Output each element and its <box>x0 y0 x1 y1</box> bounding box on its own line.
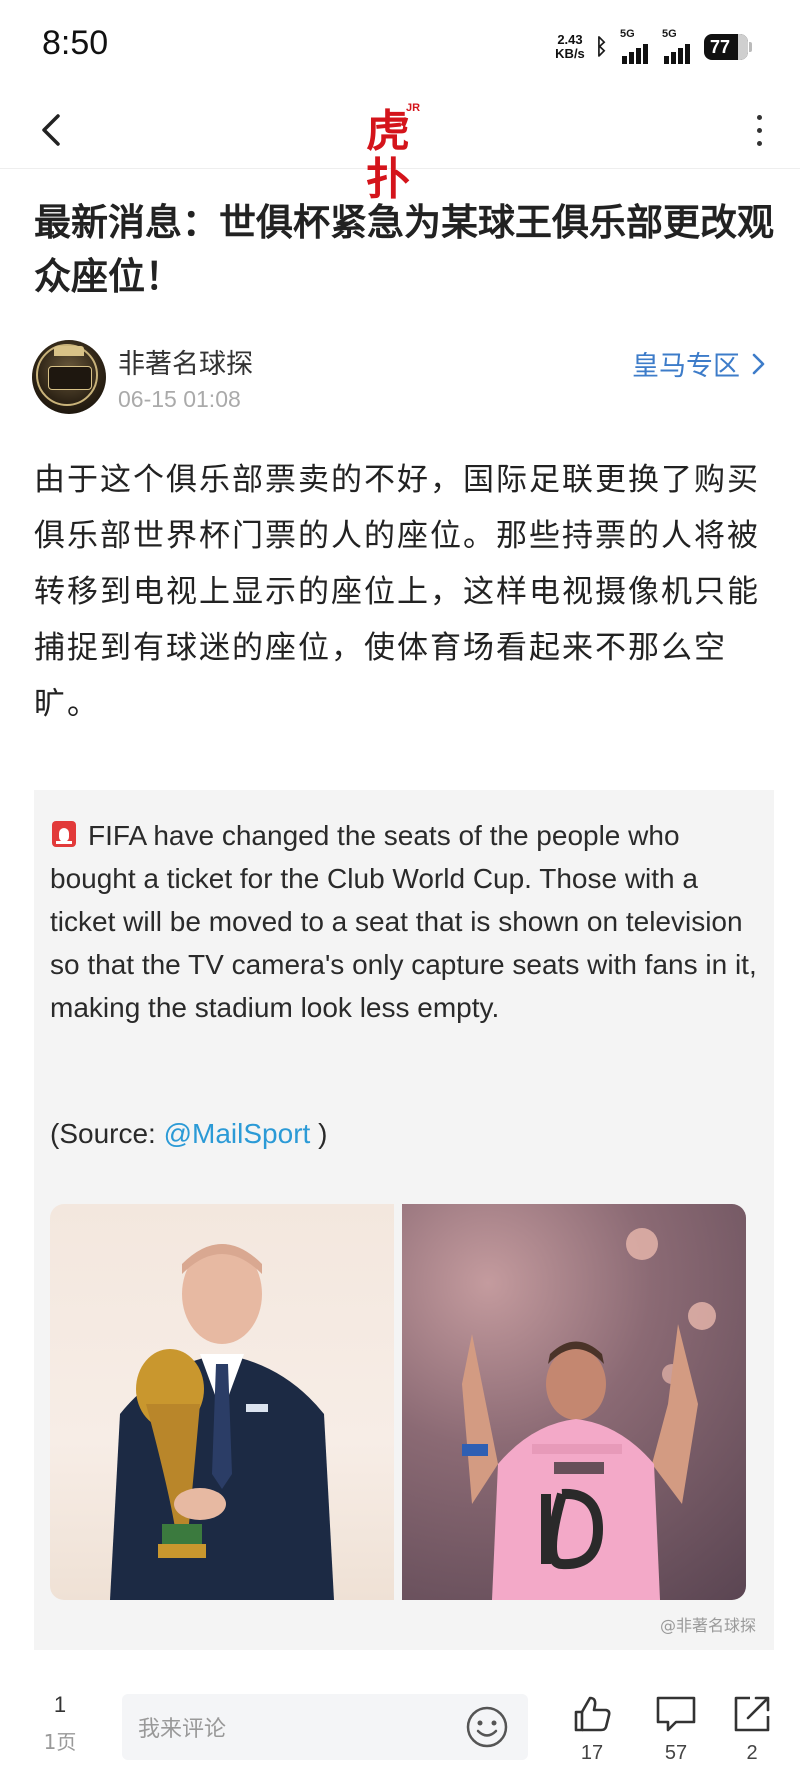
tweet-text: FIFA have changed the seats of the peopl… <box>50 820 757 1023</box>
signal-tag-2: 5G <box>662 28 677 40</box>
image-watermark: @非著名球探 <box>659 1616 756 1635</box>
share-count: 2 <box>746 1742 758 1764</box>
tweet-source: (Source: @MailSport ) <box>50 1118 327 1150</box>
page-indicator[interactable]: 1 1页 <box>30 1692 90 1755</box>
back-icon[interactable] <box>28 106 76 154</box>
status-time: 8:50 <box>42 24 109 62</box>
photo-player-pointing <box>402 1204 746 1600</box>
embedded-tweet-image[interactable]: FIFA have changed the seats of the peopl… <box>34 790 774 1650</box>
share-icon <box>734 1696 770 1732</box>
app-logo-text: 虎扑 <box>366 106 410 205</box>
tweet-text-block: FIFA have changed the seats of the peopl… <box>50 814 770 1029</box>
author-avatar[interactable] <box>32 340 106 414</box>
comment-button[interactable]: 57 <box>644 1692 708 1765</box>
bottom-bar: 1 1页 我来评论 17 57 2 <box>0 1684 800 1778</box>
emoji-icon[interactable] <box>464 1704 510 1750</box>
section-link-label: 皇马专区 <box>632 351 740 382</box>
status-bar: 8:50 2.43 KB/s ᛒ 5G 5G 77 <box>0 0 800 92</box>
app-logo: 虎扑 JR <box>366 100 434 204</box>
bluetooth-icon: ᛒ <box>594 34 608 60</box>
network-speed: 2.43 KB/s <box>555 33 585 61</box>
siren-icon <box>52 821 76 847</box>
share-button[interactable]: 2 <box>720 1692 784 1765</box>
battery-level: 77 <box>710 36 731 57</box>
signal-icon: 5G <box>620 28 648 64</box>
like-count: 17 <box>580 1742 604 1764</box>
like-button[interactable]: 17 <box>560 1692 624 1765</box>
signal-icon-2: 5G <box>662 28 690 64</box>
article-body: 由于这个俱乐部票卖的不好，国际足联更换了购买俱乐部世界杯门票的人的座位。那些持票… <box>34 462 760 722</box>
page-current: 1 <box>53 1692 67 1717</box>
more-options-icon[interactable] <box>744 106 774 154</box>
app-logo-tag: JR <box>406 102 421 114</box>
comment-icon <box>656 1696 696 1732</box>
comment-placeholder: 我来评论 <box>138 1717 227 1742</box>
tweet-source-suffix: ) <box>310 1118 328 1149</box>
post-time: 06-15 01:08 <box>118 386 241 412</box>
section-link[interactable]: 皇马专区 <box>632 344 768 383</box>
network-speed-unit: KB/s <box>555 46 585 61</box>
chevron-right-icon <box>752 353 765 374</box>
network-speed-value: 2.43 <box>557 32 583 47</box>
signal-tag: 5G <box>620 28 635 40</box>
photo-official-with-trophy <box>50 1204 394 1600</box>
battery-icon: 77 <box>704 34 752 60</box>
tweet-source-mention[interactable]: @MailSport <box>164 1118 311 1149</box>
top-nav: 虎扑 JR <box>0 92 800 204</box>
thumbs-up-icon <box>574 1696 611 1732</box>
comment-count: 57 <box>664 1742 688 1764</box>
page-total: 1页 <box>43 1730 77 1754</box>
status-icons: 2.43 KB/s ᛒ 5G 5G 77 <box>555 28 752 64</box>
article-title: 最新消息：世俱杯紧急为某球王俱乐部更改观众座位！ <box>34 201 774 298</box>
author-name[interactable]: 非著名球探 <box>118 342 253 381</box>
tweet-source-prefix: (Source: <box>50 1118 164 1149</box>
author-row: 非著名球探 06-15 01:08 皇马专区 <box>32 340 768 416</box>
